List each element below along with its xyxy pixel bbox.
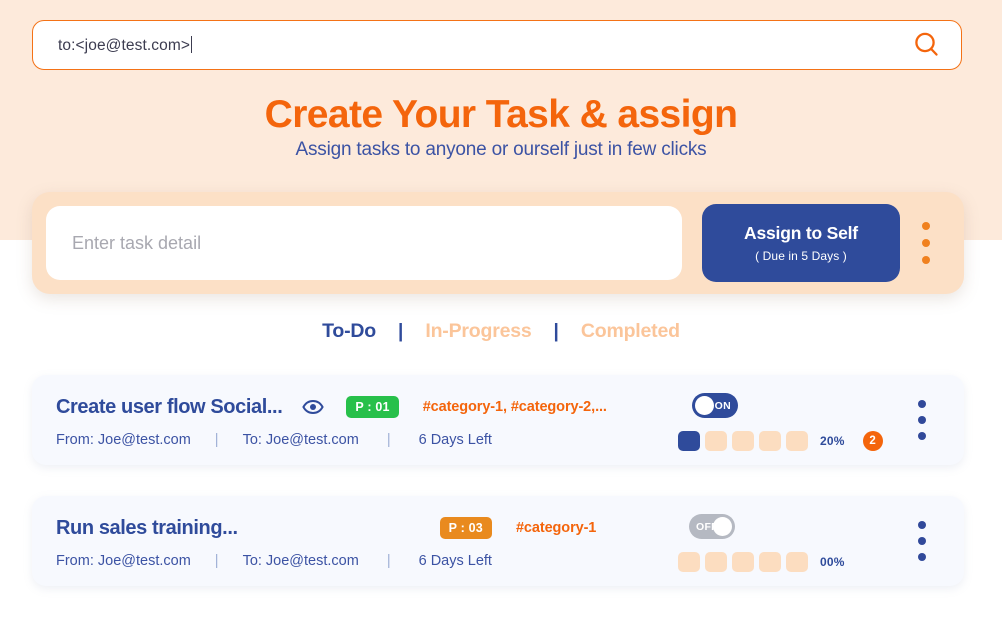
dot [918,432,926,440]
task-days-left: 6 Days Left [418,432,492,448]
progress-segment [678,552,700,572]
dot [922,239,930,247]
progress-segment [705,431,727,451]
task-primary-line: Run sales training... P : 03 #category-1 [56,516,596,540]
category-tags: #category-1, #category-2,... [422,399,607,415]
dot [918,416,926,424]
search-bar[interactable]: to:<joe@test.com> [32,20,962,70]
tab-separator: | [398,320,404,342]
tab-in-progress[interactable]: In-Progress [425,320,531,343]
task-toggle[interactable]: OFF [689,514,735,539]
task-from: From: Joe@test.com [56,432,191,448]
tab-separator: | [553,320,559,342]
eye-icon[interactable] [302,399,325,415]
task-primary-line: Create user flow Social... P : 01 #categ… [56,395,607,419]
dot [918,553,926,561]
assign-button-label: Assign to Self [744,223,858,243]
tab-to-do[interactable]: To-Do [322,320,376,343]
progress-segment [786,552,808,572]
search-input-value: to:<joe@test.com> [58,36,191,54]
priority-badge: P : 01 [346,396,399,418]
progress-percent: 20% [820,434,845,448]
dot [922,222,930,230]
task-from: From: Joe@test.com [56,553,191,569]
task-detail-placeholder: Enter task detail [72,232,202,253]
task-progress: 00% [678,551,845,573]
more-vertical-icon[interactable] [918,400,926,440]
task-count-badge: 2 [862,431,883,451]
more-vertical-icon[interactable] [922,222,930,264]
task-meta-line: From: Joe@test.com | To: Joe@test.com | … [56,430,492,450]
assign-button-due-label: ( Due in 5 Days ) [755,249,847,263]
task-title: Run sales training... [56,516,238,539]
page-subtitle: Assign tasks to anyone or ourself just i… [295,139,707,160]
text-caret [191,35,193,53]
task-title: Create user flow Social... [56,395,283,418]
task-meta-line: From: Joe@test.com | To: Joe@test.com | … [56,551,492,571]
progress-segment [732,552,754,572]
search-icon[interactable] [907,25,947,65]
task-row[interactable]: Create user flow Social... P : 01 #categ… [32,375,964,465]
dot [918,521,926,529]
meta-separator: | [386,553,391,569]
meta-separator: | [214,432,219,448]
search-input[interactable]: to:<joe@test.com> [58,35,907,55]
progress-segment [759,431,781,451]
toggle-label: ON [714,399,731,412]
dot [922,256,930,264]
task-row[interactable]: Run sales training... P : 03 #category-1… [32,496,964,586]
progress-segment [759,552,781,572]
task-status-tabs: To-Do | In-Progress | Completed [0,320,1002,343]
meta-separator: | [214,553,219,569]
meta-separator: | [386,432,391,448]
progress-segment [786,431,808,451]
category-tags: #category-1 [515,520,597,536]
dot [918,537,926,545]
tab-completed[interactable]: Completed [581,320,680,343]
task-progress: 20% 2 [678,430,883,452]
toggle-knob [695,396,714,415]
priority-badge: P : 03 [439,517,492,539]
progress-segment [705,552,727,572]
task-entry-card: Enter task detail Assign to Self ( Due i… [32,192,964,294]
task-days-left: 6 Days Left [418,553,492,569]
task-to: To: Joe@test.com [242,432,359,448]
page-title: Create Your Task & assign [264,93,738,136]
toggle-label: OFF [696,520,718,533]
task-to: To: Joe@test.com [242,553,359,569]
more-vertical-icon[interactable] [918,521,926,561]
task-detail-input[interactable]: Enter task detail [46,206,682,280]
task-toggle[interactable]: ON [692,393,738,418]
dot [918,400,926,408]
progress-segment [732,431,754,451]
assign-to-self-button[interactable]: Assign to Self ( Due in 5 Days ) [702,204,900,282]
progress-percent: 00% [820,555,845,569]
progress-segment [678,431,700,451]
